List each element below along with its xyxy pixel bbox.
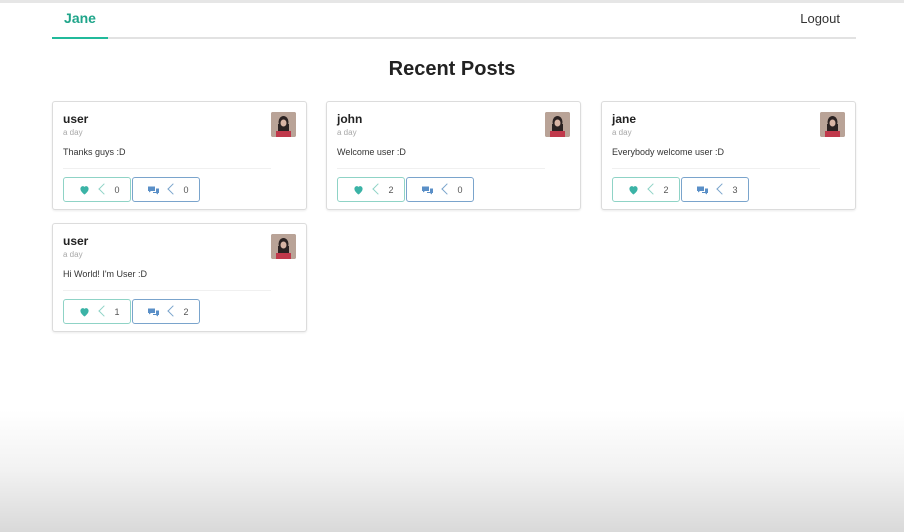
post-card: john a day Welcome user :D 2 0 (326, 101, 581, 210)
post-author[interactable]: john (337, 112, 362, 126)
menu-item-home[interactable]: Jane (52, 0, 108, 39)
like-button[interactable]: 0 (63, 177, 131, 202)
comment-button[interactable]: 3 (681, 177, 749, 202)
comment-count: 0 (173, 178, 199, 201)
comment-count: 3 (722, 178, 748, 201)
divider (63, 168, 271, 169)
divider (337, 168, 545, 169)
comment-button[interactable]: 2 (132, 299, 200, 324)
like-count: 1 (104, 300, 130, 323)
post-author[interactable]: user (63, 112, 88, 126)
like-button[interactable]: 2 (612, 177, 680, 202)
post-card: user a day Thanks guys :D 0 0 (52, 101, 307, 210)
post-text: Welcome user :D (337, 147, 406, 157)
post-author[interactable]: jane (612, 112, 636, 126)
post-date: a day (63, 128, 83, 137)
post-text: Hi World! I'm User :D (63, 269, 148, 279)
post-date: a day (337, 128, 357, 137)
avatar (545, 112, 570, 137)
post-text: Everybody welcome user :D (612, 147, 725, 157)
divider (63, 290, 271, 291)
like-count: 2 (378, 178, 404, 201)
comment-button[interactable]: 0 (406, 177, 474, 202)
comment-button[interactable]: 0 (132, 177, 200, 202)
like-button[interactable]: 2 (337, 177, 405, 202)
post-date: a day (63, 250, 83, 259)
comment-count: 2 (173, 300, 199, 323)
post-date: a day (612, 128, 632, 137)
like-button[interactable]: 1 (63, 299, 131, 324)
like-count: 0 (104, 178, 130, 201)
comment-count: 0 (447, 178, 473, 201)
logout-link[interactable]: Logout (800, 0, 840, 39)
avatar (271, 112, 296, 137)
post-text: Thanks guys :D (63, 147, 126, 157)
top-menu: Jane Logout (52, 0, 856, 39)
post-card: user a day Hi World! I'm User :D 1 2 (52, 223, 307, 332)
page-title: Recent Posts (388, 58, 516, 80)
post-card: jane a day Everybody welcome user :D 2 3 (601, 101, 856, 210)
divider (612, 168, 820, 169)
post-author[interactable]: user (63, 234, 88, 248)
avatar (820, 112, 845, 137)
like-count: 2 (653, 178, 679, 201)
avatar (271, 234, 296, 259)
